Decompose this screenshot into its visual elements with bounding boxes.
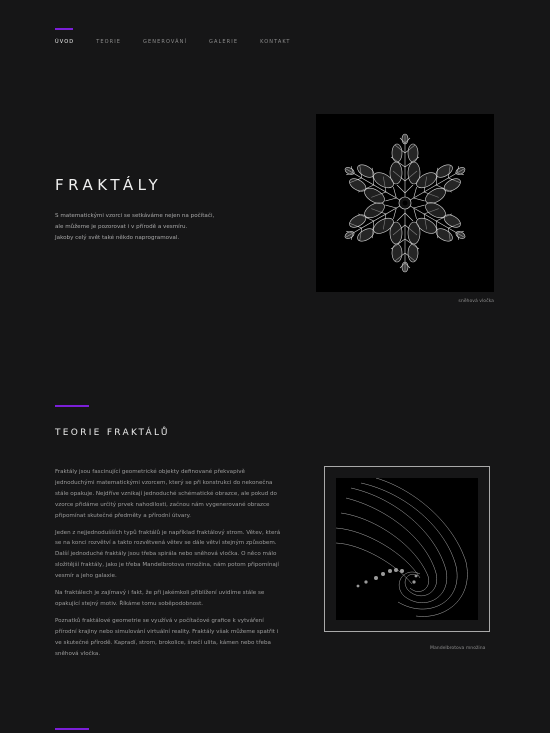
hero-line-1: S matematickými vzorci se setkáváme neje… xyxy=(55,213,215,219)
nav-item-generovani[interactable]: GENEROVÁNÍ xyxy=(143,28,187,45)
theory-paragraph: Fraktály jsou fascinující geometrické ob… xyxy=(55,469,277,519)
hero-line-2: ale můžeme je pozorovat i v přírodě a ve… xyxy=(55,223,188,230)
mandelbrot-caption: Mandelbrotova množina xyxy=(430,646,486,651)
section-accent-bar xyxy=(55,405,89,407)
mandelbrot-image xyxy=(335,477,478,620)
theory-text: Fraktály jsou fascinující geometrické ob… xyxy=(55,467,283,666)
nav-item-uvod[interactable]: ÚVOD xyxy=(55,28,74,45)
nav-item-kontakt[interactable]: KONTAKT xyxy=(260,28,290,45)
snowflake-image xyxy=(316,114,494,292)
snowflake-caption: sněhová vločka xyxy=(458,299,494,304)
hero-intro: S matematickými vzorci se setkáváme neje… xyxy=(55,211,245,244)
theory-paragraph: Jeden z nejjednodušších typů fraktálů je… xyxy=(55,529,281,580)
nav-item-galerie[interactable]: GALERIE xyxy=(209,28,238,45)
main-nav: ÚVOD TEORIE GENEROVÁNÍ GALERIE KONTAKT xyxy=(55,28,313,45)
theory-paragraph: Na fraktálech je zajímavý i fakt, že při… xyxy=(55,590,265,607)
mandelbrot-frame xyxy=(324,466,490,632)
hero-title: FRAKTÁLY xyxy=(55,176,163,194)
hero-line-3: Jakoby celý svět také někdo naprogramova… xyxy=(55,234,180,241)
theory-paragraph: Poznatků fraktálové geometrie se využívá… xyxy=(55,617,279,657)
snowflake-graphic xyxy=(337,133,473,273)
theory-title: TEORIE FRAKTÁLŮ xyxy=(55,428,170,438)
spiral-graphic xyxy=(335,477,468,617)
nav-item-teorie[interactable]: TEORIE xyxy=(96,28,121,45)
section-accent-bar xyxy=(55,728,89,730)
